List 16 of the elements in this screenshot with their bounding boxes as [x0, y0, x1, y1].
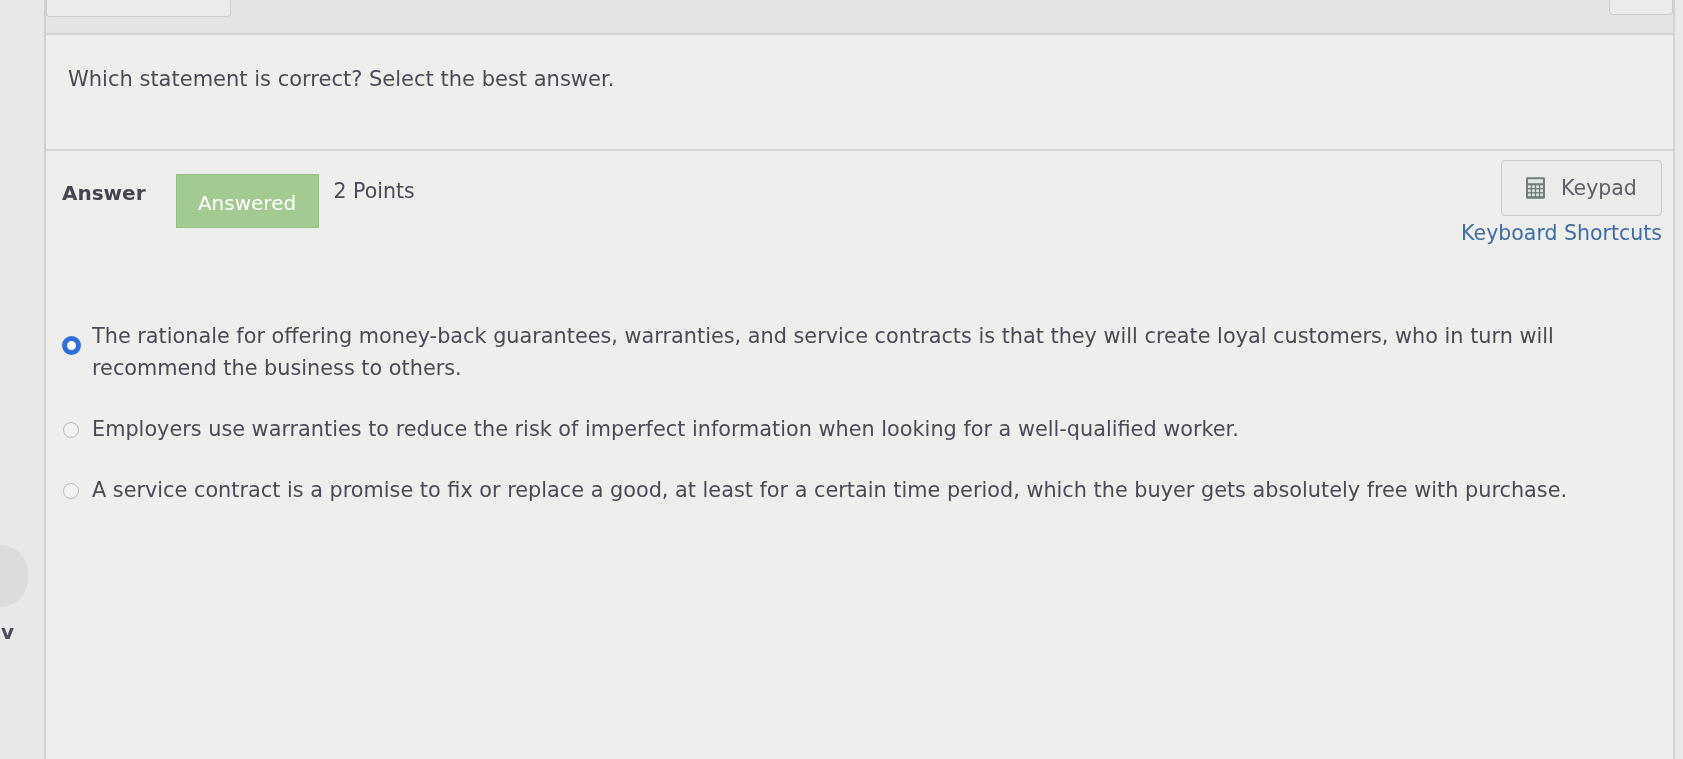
button-edge[interactable] [46, 0, 231, 17]
points-text: 2 Points [333, 179, 415, 203]
keypad-button[interactable]: Keypad [1501, 160, 1662, 216]
option-text[interactable]: The rationale for offering money-back guarantees, warranties, and service contracts is that they will create loyal customers, who in turn will recommend the business to others. [92, 320, 1582, 384]
option-text[interactable]: A service contract is a promise to fix or replace a good, at least for a certain time period, which the buyer gets absolutely free with purchase. [92, 474, 1568, 506]
keyboard-shortcuts-link[interactable]: Keyboard Shortcuts [1461, 221, 1662, 245]
answered-status: Answered [175, 174, 319, 228]
side-label: v [1, 620, 15, 644]
radio-button[interactable] [63, 422, 79, 438]
question-text: Which statement is correct? Select the best answer. [68, 67, 615, 91]
radio-button[interactable] [63, 483, 79, 499]
answer-label: Answer [62, 181, 146, 205]
calculator-icon [1526, 177, 1546, 199]
option-text[interactable]: Employers use warranties to reduce the risk of imperfect information when looking for a well-qualified worker. [92, 413, 1239, 445]
button-edge[interactable] [1609, 0, 1673, 15]
radio-button[interactable] [62, 336, 81, 355]
